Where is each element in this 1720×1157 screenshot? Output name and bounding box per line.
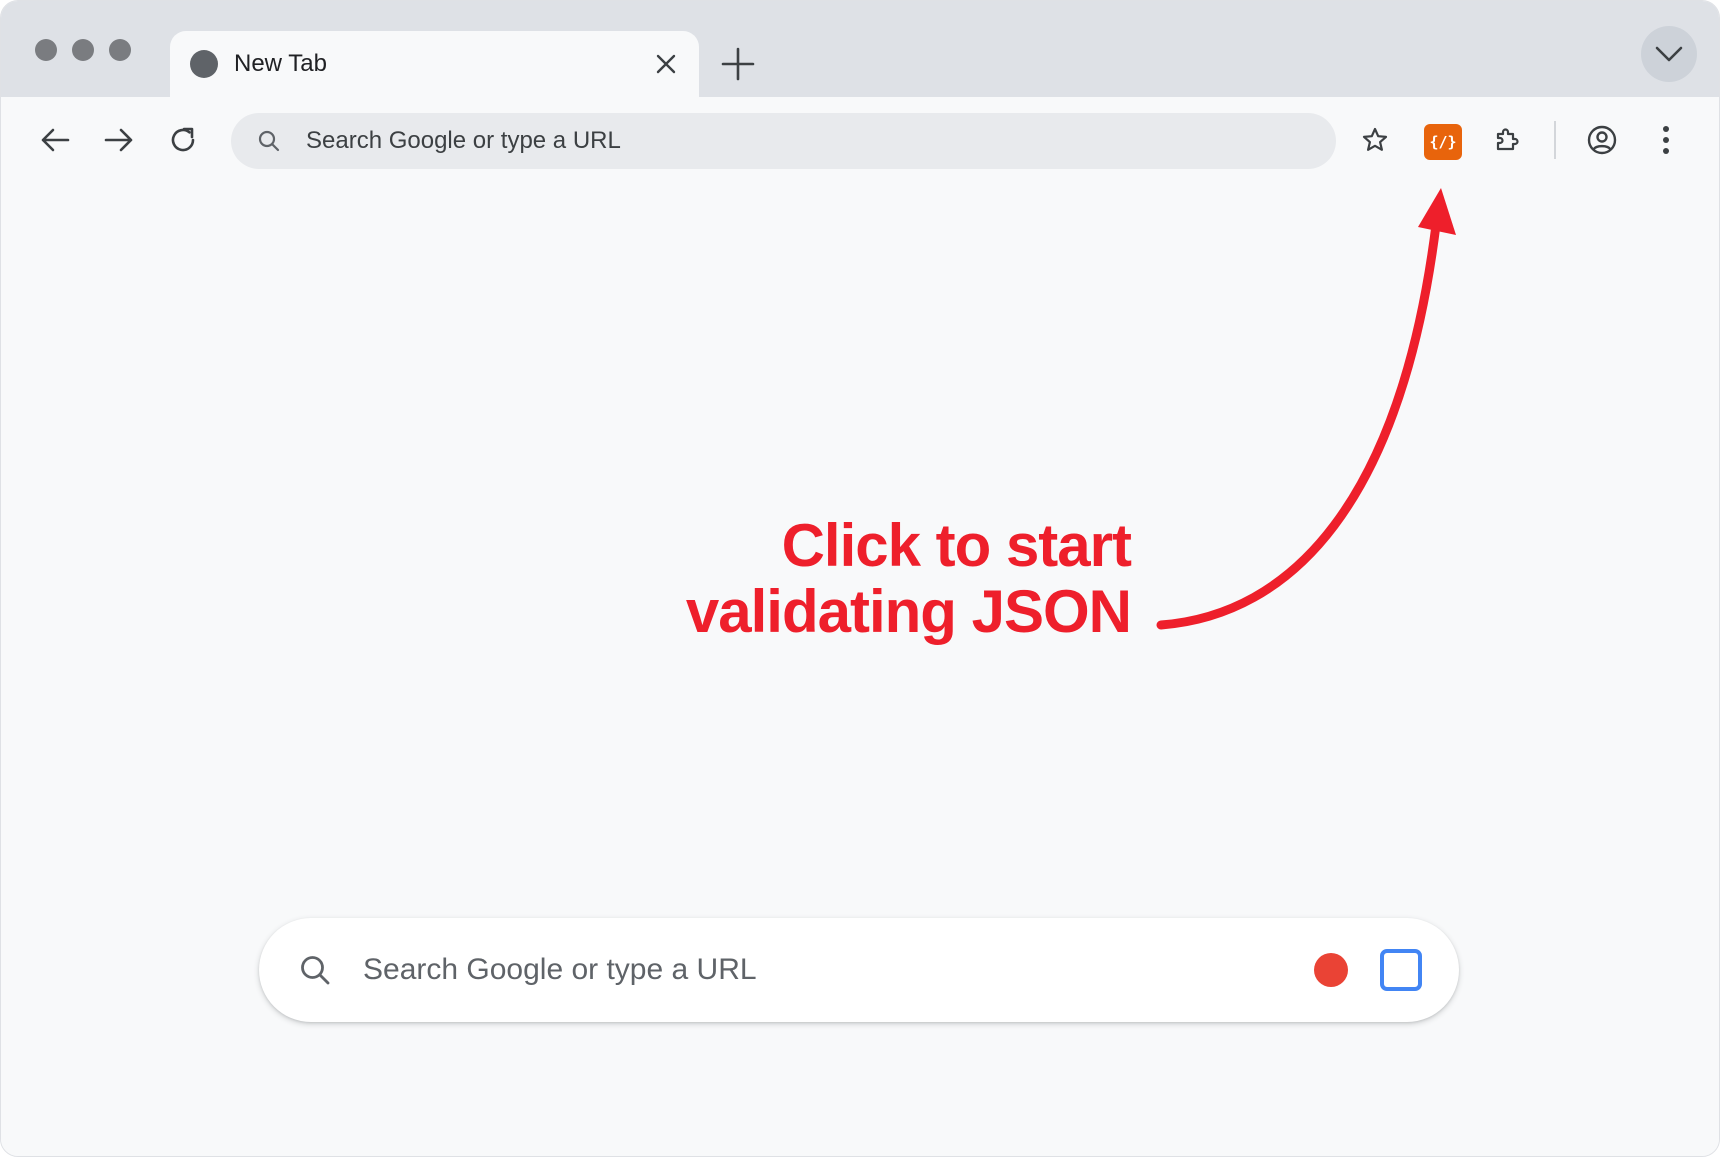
maximize-window-button[interactable]: [109, 39, 131, 61]
new-tab-button[interactable]: [719, 45, 757, 83]
chevron-down-icon: [1655, 46, 1683, 62]
tab-title: New Tab: [234, 50, 327, 77]
profile-button[interactable]: [1580, 118, 1624, 162]
tab-close-button[interactable]: [650, 48, 682, 80]
address-bar-text: Search Google or type a URL: [306, 127, 621, 154]
arrow-left-icon: [41, 128, 70, 152]
reload-icon: [171, 127, 195, 152]
menu-button[interactable]: [1644, 118, 1688, 162]
voice-search-icon[interactable]: [1314, 953, 1348, 987]
ntp-search-input[interactable]: [363, 946, 1233, 994]
star-icon: [1362, 127, 1388, 151]
lens-search-icon[interactable]: [1380, 949, 1422, 991]
reload-button[interactable]: [161, 118, 205, 162]
account-circle-icon: [1587, 125, 1617, 155]
annotation-line-2: validating JSON: [685, 578, 1132, 645]
toolbar-divider: [1554, 121, 1556, 159]
close-icon: [656, 54, 676, 74]
json-validator-extension-button[interactable]: {/}: [1424, 124, 1462, 160]
annotation-callout: Click to start validating JSON: [571, 512, 1132, 645]
minimize-window-button[interactable]: [72, 39, 94, 61]
back-button[interactable]: [33, 118, 77, 162]
tab-search-button[interactable]: [1641, 26, 1697, 82]
annotation-line-1: Click to start: [781, 512, 1132, 579]
browser-window: New Tab Search Google or type a URL {/} …: [0, 0, 1720, 1157]
search-icon: [297, 952, 333, 988]
forward-button[interactable]: [97, 118, 141, 162]
ntp-search-box[interactable]: [259, 918, 1459, 1022]
arrow-right-icon: [104, 128, 133, 152]
more-vertical-icon: [1663, 126, 1669, 154]
plus-icon: [721, 47, 755, 81]
search-icon: [255, 127, 283, 155]
address-bar[interactable]: Search Google or type a URL: [231, 113, 1336, 169]
new-tab-page: Click to start validating JSON: [1, 183, 1719, 1156]
favicon-icon: [190, 50, 218, 78]
close-window-button[interactable]: [35, 39, 57, 61]
tab-new-tab[interactable]: New Tab: [170, 31, 699, 97]
puzzle-icon: [1496, 128, 1519, 151]
arrow-head: [1418, 188, 1456, 235]
bookmark-button[interactable]: [1353, 118, 1397, 162]
tab-strip: New Tab: [1, 1, 1719, 97]
window-controls: [35, 39, 131, 61]
extensions-button[interactable]: [1485, 118, 1529, 162]
toolbar: Search Google or type a URL {/}: [1, 97, 1719, 183]
